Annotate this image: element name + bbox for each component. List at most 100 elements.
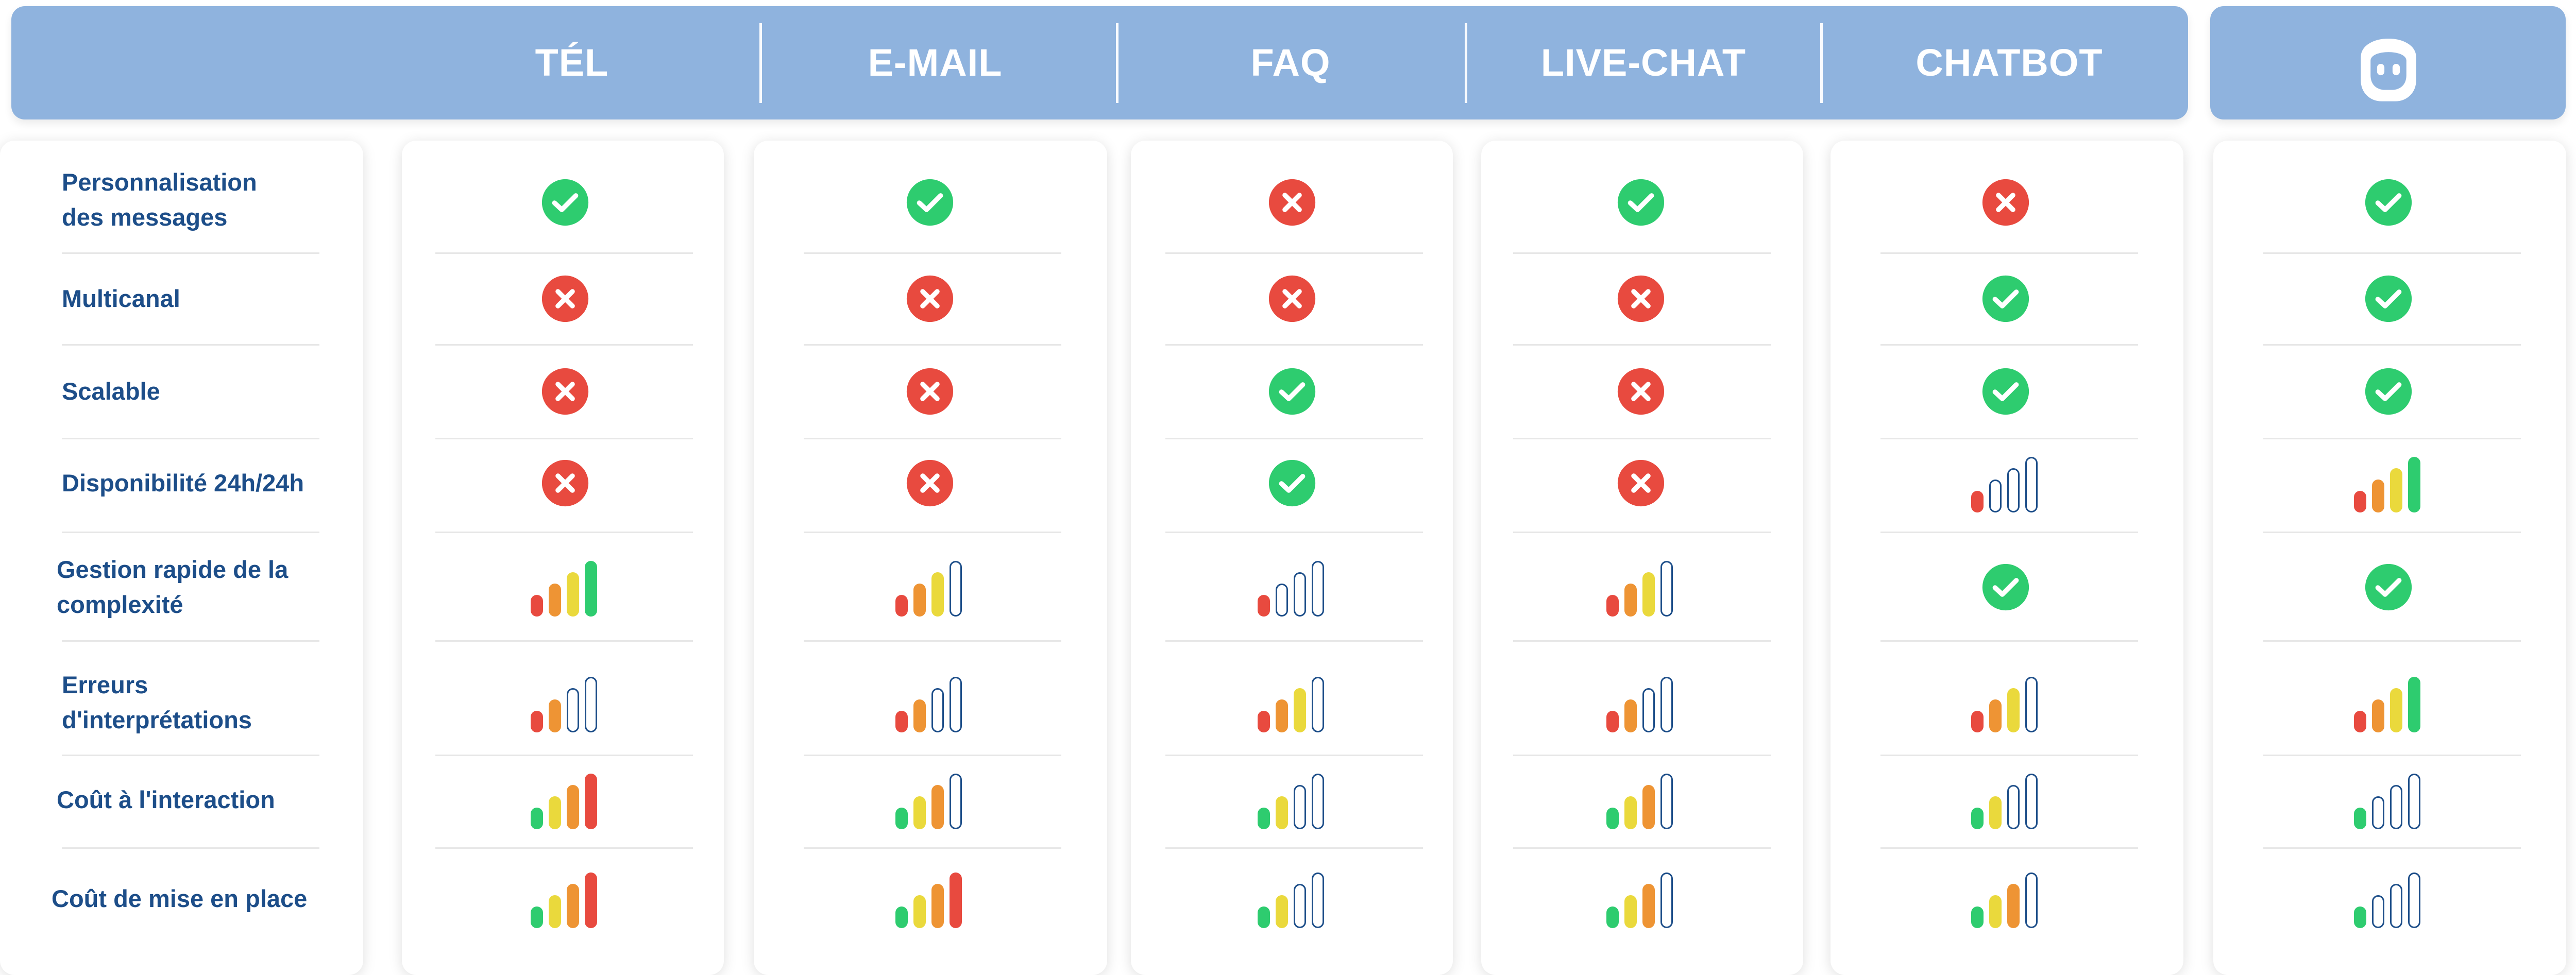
row-separator bbox=[2263, 847, 2521, 849]
row-separator bbox=[1880, 847, 2138, 849]
row-separator bbox=[1880, 755, 2138, 756]
row-separator bbox=[1513, 252, 1771, 254]
row-separator bbox=[62, 755, 319, 756]
header-divider bbox=[759, 23, 762, 103]
row-separator bbox=[1880, 438, 2138, 439]
row-separator bbox=[435, 344, 693, 346]
row-separator bbox=[62, 344, 319, 346]
row-separator bbox=[435, 755, 693, 756]
signal-bars-icon bbox=[1971, 677, 2038, 732]
cross-icon bbox=[1982, 179, 2029, 226]
row-separator bbox=[804, 252, 1061, 254]
signal-bars-icon bbox=[1258, 561, 1324, 617]
signal-bars-icon bbox=[2354, 774, 2420, 829]
row-separator bbox=[435, 640, 693, 642]
robot-icon bbox=[2361, 39, 2416, 101]
row-label: Scalable bbox=[62, 378, 160, 405]
signal-bars-icon bbox=[1971, 457, 2038, 512]
signal-bars-icon bbox=[2354, 873, 2420, 928]
row-separator bbox=[2263, 755, 2521, 756]
check-icon bbox=[541, 179, 589, 226]
row-separator bbox=[1880, 344, 2138, 346]
row-separator bbox=[804, 344, 1061, 346]
col-title-chatbot: CHATBOT bbox=[1916, 41, 2103, 84]
row-separator bbox=[1165, 252, 1423, 254]
signal-bars-icon bbox=[531, 873, 597, 928]
cross-icon bbox=[1268, 179, 1316, 226]
row-separator bbox=[1513, 438, 1771, 439]
row-separator bbox=[62, 640, 319, 642]
signal-bars-icon bbox=[1971, 774, 2038, 829]
row-separator bbox=[1165, 532, 1423, 533]
row-separator bbox=[1165, 847, 1423, 849]
row-label: Personnalisation des messages bbox=[62, 168, 257, 231]
row-separator bbox=[1513, 755, 1771, 756]
signal-bars-icon bbox=[2354, 457, 2420, 512]
signal-bars-icon bbox=[1971, 873, 2038, 928]
signal-bars-icon bbox=[895, 561, 962, 617]
col-title-email: E-MAIL bbox=[868, 41, 1003, 84]
row-separator bbox=[804, 532, 1061, 533]
row-separator bbox=[1165, 438, 1423, 439]
check-icon bbox=[1268, 459, 1316, 507]
row-separator bbox=[62, 847, 319, 849]
col-title-tel: TÉL bbox=[535, 41, 609, 84]
row-separator bbox=[62, 438, 319, 439]
cross-icon bbox=[541, 459, 589, 507]
row-separator bbox=[1880, 252, 2138, 254]
row-separator bbox=[435, 847, 693, 849]
row-label: Erreurs d'interprétations bbox=[62, 671, 252, 733]
row-separator bbox=[435, 252, 693, 254]
signal-bars-icon bbox=[1258, 774, 1324, 829]
row-separator bbox=[804, 438, 1061, 439]
row-label: Multicanal bbox=[62, 285, 180, 312]
row-separator bbox=[2263, 344, 2521, 346]
column-card-chatbot bbox=[1831, 141, 2183, 975]
check-icon bbox=[1982, 368, 2029, 415]
header-bar bbox=[11, 6, 2188, 119]
cross-icon bbox=[906, 368, 954, 415]
row-separator bbox=[1513, 532, 1771, 533]
col-title-faq: FAQ bbox=[1250, 41, 1331, 84]
header-divider bbox=[1820, 23, 1823, 103]
cross-icon bbox=[1617, 368, 1665, 415]
row-separator bbox=[435, 532, 693, 533]
check-icon bbox=[2365, 275, 2412, 322]
row-separator bbox=[804, 847, 1061, 849]
cross-icon bbox=[1268, 275, 1316, 322]
check-icon bbox=[1268, 368, 1316, 415]
row-separator bbox=[1513, 847, 1771, 849]
column-card-bot bbox=[2213, 141, 2566, 975]
check-icon bbox=[2365, 563, 2412, 611]
signal-bars-icon bbox=[531, 677, 597, 732]
row-separator bbox=[1513, 344, 1771, 346]
row-separator bbox=[804, 640, 1061, 642]
col-title-live-chat: LIVE-CHAT bbox=[1540, 41, 1747, 84]
row-separator bbox=[1880, 532, 2138, 533]
signal-bars-icon bbox=[1258, 677, 1324, 732]
check-icon bbox=[1982, 563, 2029, 611]
check-icon bbox=[1617, 179, 1665, 226]
signal-bars-icon bbox=[895, 677, 962, 732]
check-icon bbox=[1982, 275, 2029, 322]
signal-bars-icon bbox=[531, 774, 597, 829]
row-separator bbox=[1513, 640, 1771, 642]
check-icon bbox=[2365, 368, 2412, 415]
row-separator bbox=[62, 252, 319, 254]
row-separator bbox=[2263, 640, 2521, 642]
cross-icon bbox=[541, 368, 589, 415]
signal-bars-icon bbox=[895, 873, 962, 928]
signal-bars-icon bbox=[531, 561, 597, 617]
check-icon bbox=[2365, 179, 2412, 226]
signal-bars-icon bbox=[1606, 561, 1673, 617]
cross-icon bbox=[906, 459, 954, 507]
row-separator bbox=[2263, 438, 2521, 439]
header-divider bbox=[1116, 23, 1118, 103]
signal-bars-icon bbox=[895, 774, 962, 829]
signal-bars-icon bbox=[2354, 677, 2420, 732]
row-separator bbox=[804, 755, 1061, 756]
cross-icon bbox=[541, 275, 589, 322]
cross-icon bbox=[906, 275, 954, 322]
row-label: Gestion rapide de la complexité bbox=[57, 556, 289, 618]
row-label: Disponibilité 24h/24h bbox=[62, 469, 304, 497]
